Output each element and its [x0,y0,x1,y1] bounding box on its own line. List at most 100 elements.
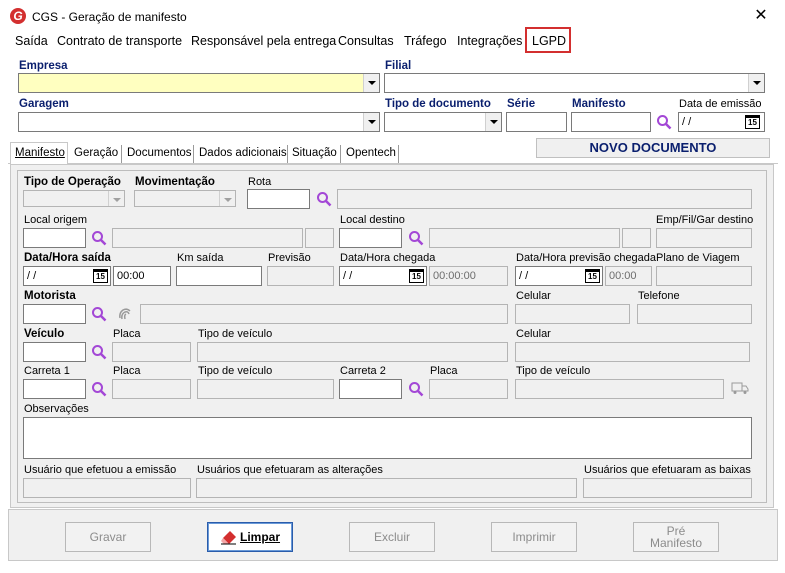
close-icon[interactable]: ✕ [752,7,770,25]
menu-integracoes[interactable]: Integrações [457,33,522,49]
calendar-icon[interactable]: 15 [745,115,760,129]
data-hora-previsao-chegada-label: Data/Hora previsão chegada [516,252,657,264]
usuarios-baixas-label: Usuários que efetuaram as baixas [584,464,751,476]
local-destino-label: Local destino [340,214,405,226]
local-destino-descricao [429,228,620,248]
local-destino-input[interactable] [339,228,402,248]
limpar-label: Limpar [240,530,281,544]
usuarios-baixas-field [583,478,752,498]
search-icon[interactable] [316,191,332,207]
carreta2-label: Carreta 2 [340,365,386,377]
filial-label: Filial [385,60,412,72]
search-icon[interactable] [91,381,107,397]
empresa-select[interactable] [18,73,380,93]
tab-geracao[interactable]: Geração [72,145,120,163]
usuarios-alteracoes-label: Usuários que efetuaram as alterações [197,464,383,476]
placa-label: Placa [113,328,141,340]
tipo-operacao-select[interactable] [23,190,125,207]
search-icon[interactable] [408,230,424,246]
movimentacao-label: Movimentação [135,176,215,188]
motorista-descricao [140,304,508,324]
menu-saida[interactable]: Saída [15,33,48,49]
celular2-field [515,342,750,362]
manifesto-input[interactable] [571,112,651,132]
motorista-label: Motorista [24,290,76,302]
excluir-button[interactable]: Excluir [349,522,435,552]
placa3-label: Placa [430,365,458,377]
garagem-label: Garagem [19,98,69,110]
pre-manifesto-button[interactable]: Pré Manifesto [633,522,719,552]
menu-consultas[interactable]: Consultas [338,33,394,49]
search-icon[interactable] [91,306,107,322]
km-saida-input[interactable] [176,266,262,286]
menu-lgpd[interactable]: LGPD [532,33,566,49]
previsao-field [267,266,334,286]
tab-situacao[interactable]: Situação [290,145,339,163]
empresa-label: Empresa [19,60,68,72]
celular2-label: Celular [516,328,551,340]
tipo-veiculo2-field [197,379,334,399]
manifesto-label: Manifesto [572,98,626,110]
calendar-icon[interactable]: 15 [585,269,600,283]
tab-manifesto[interactable]: Manifesto [13,145,67,163]
tab-dados-adicionais[interactable]: Dados adicionais [197,145,289,163]
tab-separator [121,145,122,163]
carreta1-input[interactable] [23,379,86,399]
search-icon[interactable] [656,114,672,130]
calendar-icon[interactable]: 15 [409,269,424,283]
emp-fil-gar-destino-label: Emp/Fil/Gar destino [656,214,754,226]
placa2-field [112,379,191,399]
data-hora-chegada-label: Data/Hora chegada [340,252,436,264]
tipo-documento-select[interactable] [384,112,502,132]
tipo-veiculo2-label: Tipo de veículo [198,365,273,377]
garagem-select[interactable] [18,112,380,132]
tab-documentos[interactable]: Documentos [125,145,194,163]
tipo-operacao-label: Tipo de Operação [24,176,121,188]
search-icon[interactable] [408,381,424,397]
rota-input[interactable] [247,189,310,209]
tipo-documento-label: Tipo de documento [385,98,491,110]
app-logo-icon: G [10,8,26,24]
truck-icon[interactable] [731,381,749,395]
window-title: CGS - Geração de manifesto [32,10,187,24]
placa-field [112,342,191,362]
tab-separator [193,145,194,163]
gravar-button[interactable]: Gravar [65,522,151,552]
menu-trafego[interactable]: Tráfego [404,33,447,49]
tab-opentech[interactable]: Opentech [344,145,398,163]
tab-separator [287,145,288,163]
menu-contrato-transporte[interactable]: Contrato de transporte [57,33,182,49]
tipo-veiculo3-field [515,379,724,399]
local-origem-input[interactable] [23,228,86,248]
veiculo-input[interactable] [23,342,86,362]
tipo-veiculo-field [197,342,508,362]
eraser-icon [221,531,236,545]
filial-select[interactable] [384,73,765,93]
hora-saida-input[interactable]: 00:00 [113,266,171,286]
search-icon[interactable] [91,344,107,360]
veiculo-label: Veículo [24,328,65,340]
carreta2-input[interactable] [339,379,402,399]
fingerprint-icon[interactable] [117,305,133,321]
telefone-field [637,304,752,324]
celular-label: Celular [516,290,551,302]
tipo-veiculo3-label: Tipo de veículo [516,365,591,377]
emp-fil-gar-destino-field [656,228,752,248]
serie-input[interactable] [506,112,567,132]
tipo-veiculo-label: Tipo de veículo [198,328,273,340]
menu-responsavel-entrega[interactable]: Responsável pela entrega [191,33,336,49]
limpar-button[interactable]: Limpar [207,522,293,552]
plano-viagem-label: Plano de Viagem [656,252,740,264]
motorista-input[interactable] [23,304,86,324]
movimentacao-select[interactable] [134,190,236,207]
calendar-icon[interactable]: 15 [93,269,108,283]
tab-separator [340,145,341,163]
observacoes-textarea[interactable] [23,417,752,459]
telefone-label: Telefone [638,290,680,302]
previsao-label: Previsão [268,252,311,264]
imprimir-button[interactable]: Imprimir [491,522,577,552]
observacoes-label: Observações [24,403,89,415]
tab-separator [398,145,399,163]
carreta1-label: Carreta 1 [24,365,70,377]
search-icon[interactable] [91,230,107,246]
